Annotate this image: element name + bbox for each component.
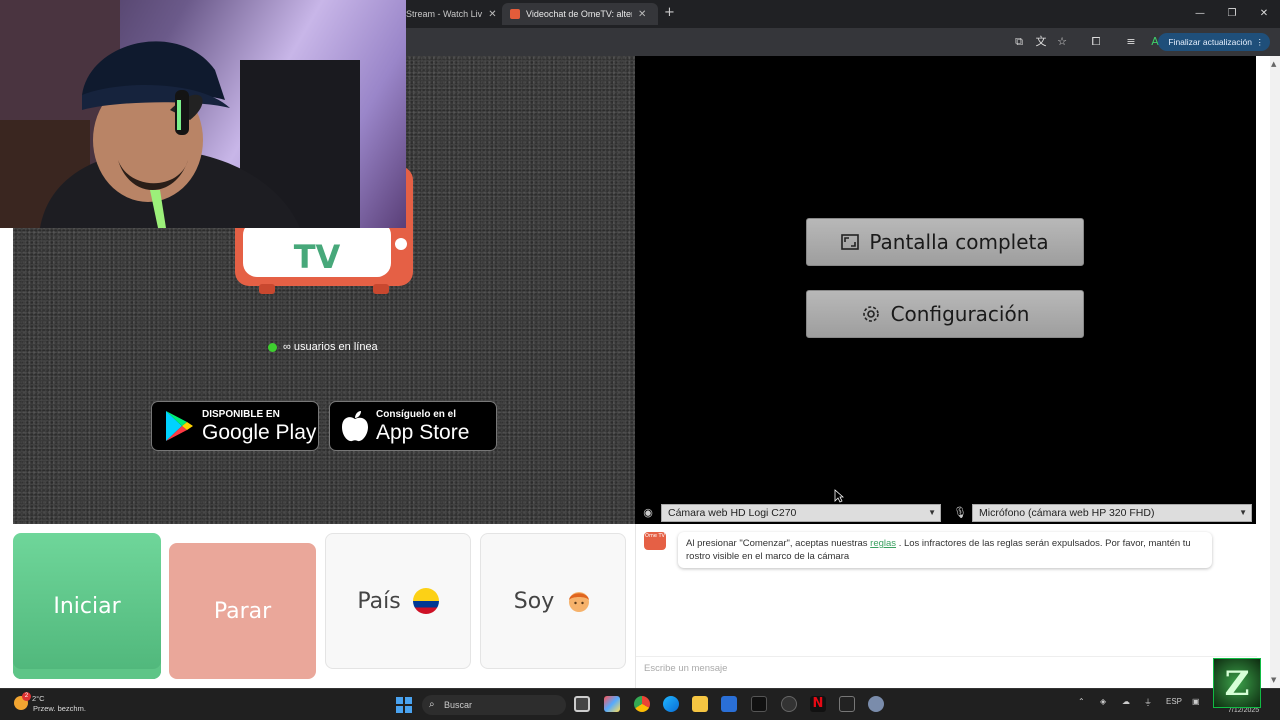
tab-stream[interactable]: Stream - Watch Liv ✕: [398, 3, 500, 25]
weather-desc: Przew. bezchm.: [33, 704, 86, 713]
windows-taskbar: 2 2°C Przew. bezchm. ⌕ Buscar N ⌃ ◈ ☁ ⏚ …: [0, 688, 1280, 720]
chat-message-input[interactable]: Escribe un mensaje: [636, 656, 1257, 680]
gear-icon: [862, 306, 879, 322]
file-explorer-icon[interactable]: [692, 696, 708, 712]
window-controls: — ❐ ✕: [1184, 0, 1280, 28]
obs-icon[interactable]: [781, 696, 797, 712]
webcam-icon: ◉: [643, 506, 653, 519]
page-scrollbar[interactable]: ▲ ▼: [1270, 56, 1280, 688]
stop-button[interactable]: Parar: [169, 543, 316, 679]
tab-label: Videochat de OmeTV: alternati: [526, 9, 632, 19]
online-text: ∞ usuarios en línea: [283, 341, 378, 353]
edge-icon[interactable]: [663, 696, 679, 712]
colombia-flag-icon: [412, 588, 439, 614]
start-button[interactable]: Iniciar: [13, 533, 161, 679]
apple-icon: [342, 411, 368, 442]
close-window-icon[interactable]: ✕: [1248, 0, 1280, 28]
cloud-icon[interactable]: ☁: [1122, 697, 1130, 706]
camera-select[interactable]: Cámara web HD Logi C270 ▼: [661, 504, 941, 522]
notification-badge: 2: [22, 692, 31, 701]
netflix-icon[interactable]: N: [810, 696, 826, 712]
google-play-big: Google Play: [202, 420, 317, 444]
extensions-icon[interactable]: ⧠: [1089, 35, 1103, 49]
streamer-webcam-overlay: [0, 0, 406, 228]
fullscreen-button[interactable]: Pantalla completa: [806, 218, 1084, 266]
scroll-down-icon[interactable]: ▼: [1271, 676, 1276, 684]
copilot-icon[interactable]: [604, 696, 620, 712]
device-selectors: ◉ Cámara web HD Logi C270 ▼ 🎙 Micrófono …: [635, 502, 1256, 524]
app-store-small: Consíguelo en el: [376, 408, 457, 420]
chevron-down-icon: ▼: [1239, 508, 1247, 517]
taskbar-search[interactable]: ⌕ Buscar: [422, 695, 566, 715]
chrome-icon[interactable]: [634, 696, 650, 712]
country-label: País: [357, 588, 401, 614]
more-menu-icon[interactable]: ⋮: [1256, 33, 1265, 51]
language-indicator[interactable]: ESP: [1166, 697, 1182, 706]
task-view-icon[interactable]: [574, 696, 590, 712]
app-store-badge[interactable]: Consíguelo en el App Store: [329, 401, 497, 451]
rules-link[interactable]: reglas: [870, 538, 896, 549]
tab-ometv[interactable]: Videochat de OmeTV: alternati ✕: [502, 3, 658, 25]
bookmark-star-icon[interactable]: ☆: [1055, 35, 1069, 49]
tray-app-icon[interactable]: ◈: [1100, 697, 1106, 706]
close-icon[interactable]: ✕: [488, 9, 496, 20]
network-icon[interactable]: ▣: [1192, 697, 1200, 706]
tab-label: Stream - Watch Liv: [406, 9, 483, 19]
country-button[interactable]: País: [325, 533, 471, 669]
new-tab-icon[interactable]: +: [664, 5, 675, 20]
tray-mic-icon[interactable]: ⏚: [1144, 697, 1152, 708]
reading-list-icon[interactable]: ≡: [1124, 35, 1138, 49]
install-icon[interactable]: ⧉: [1012, 35, 1026, 49]
online-dot-icon: [268, 342, 277, 352]
maximize-icon[interactable]: ❐: [1216, 0, 1248, 28]
gender-button[interactable]: Soy: [480, 533, 626, 669]
search-label: Buscar: [444, 700, 473, 710]
chat-message: Al presionar "Comenzar", aceptas nuestra…: [678, 532, 1212, 568]
show-hidden-icons-icon[interactable]: ⌃: [1078, 697, 1085, 706]
online-counter: ∞ usuarios en línea: [268, 341, 378, 353]
screen: Stream - Watch Liv ✕ Videochat de OmeTV:…: [0, 0, 1280, 720]
app-store-big: App Store: [376, 420, 470, 444]
ometv-favicon-icon: [510, 9, 520, 19]
microphone-icon: 🎙: [953, 506, 967, 519]
chat-avatar: Ome TV: [644, 532, 666, 550]
microphone-select-value: Micrófono (cámara web HP 320 FHD): [979, 507, 1155, 519]
update-button-label: Finalizar actualización: [1168, 37, 1252, 47]
settings-gear-icon[interactable]: [868, 696, 884, 712]
channel-logo: Z: [1213, 658, 1261, 708]
weather-widget[interactable]: 2 2°C Przew. bezchm.: [14, 692, 86, 714]
weather-temp: 2°C: [32, 694, 45, 703]
close-icon[interactable]: ✕: [638, 9, 646, 20]
camera-select-value: Cámara web HD Logi C270: [668, 507, 797, 519]
webcam-person-image: [0, 0, 360, 228]
google-play-icon: [166, 411, 193, 441]
windows-start-icon[interactable]: [396, 697, 412, 713]
settings-label: Configuración: [890, 302, 1030, 326]
logo-text: TV: [294, 238, 341, 276]
microphone-select[interactable]: Micrófono (cámara web HP 320 FHD) ▼: [972, 504, 1252, 522]
settings-button[interactable]: Configuración: [806, 290, 1084, 338]
chevron-down-icon: ▼: [928, 508, 936, 517]
fullscreen-icon: [841, 234, 860, 250]
chat-panel: Ome TV Al presionar "Comenzar", aceptas …: [635, 524, 1257, 688]
mouse-cursor-icon: [834, 489, 844, 503]
search-icon: ⌕: [429, 699, 435, 710]
boy-face-icon: [569, 592, 590, 612]
capcut-icon[interactable]: [839, 696, 855, 712]
message-text-before: Al presionar "Comenzar", aceptas nuestra…: [686, 538, 868, 549]
google-play-small: DISPONIBLE EN: [202, 408, 280, 420]
fullscreen-label: Pantalla completa: [869, 230, 1049, 254]
store-icon[interactable]: [721, 696, 737, 712]
google-play-badge[interactable]: DISPONIBLE EN Google Play: [151, 401, 319, 451]
update-button[interactable]: Finalizar actualización ⋮: [1158, 33, 1270, 51]
minimize-icon[interactable]: —: [1184, 0, 1216, 28]
tiktok-icon[interactable]: [751, 696, 767, 712]
translate-icon[interactable]: 文: [1034, 35, 1048, 49]
scroll-up-icon[interactable]: ▲: [1271, 60, 1276, 68]
gender-label: Soy: [513, 588, 555, 614]
